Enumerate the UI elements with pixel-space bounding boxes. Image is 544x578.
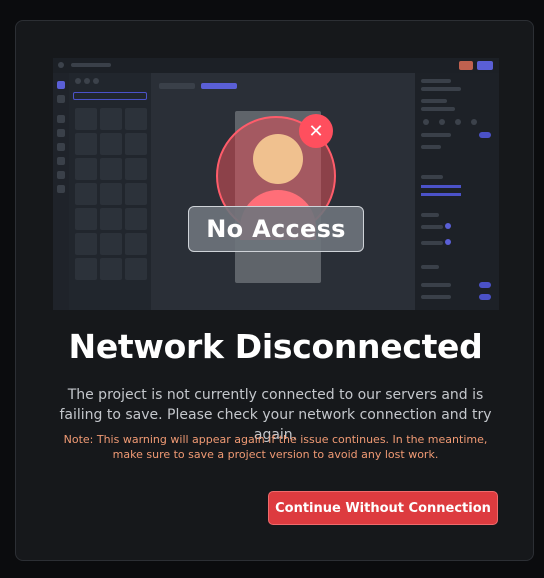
warning-note: Note: This warning will appear again if … <box>63 433 488 461</box>
editor-preview-illustration: ✕ No Access <box>53 58 499 310</box>
network-disconnected-dialog: ✕ No Access Network Disconnected The pro… <box>15 20 534 561</box>
dialog-title: Network Disconnected <box>68 327 483 366</box>
mock-asset-grid <box>75 108 147 280</box>
mock-left-rail <box>53 73 69 310</box>
no-access-badge: No Access <box>188 206 364 252</box>
avatar-head <box>253 134 303 184</box>
mock-properties-panel <box>415 73 499 310</box>
mock-top-bar <box>53 58 499 73</box>
continue-without-connection-button[interactable]: Continue Without Connection <box>268 491 498 525</box>
close-icon: ✕ <box>299 114 333 148</box>
